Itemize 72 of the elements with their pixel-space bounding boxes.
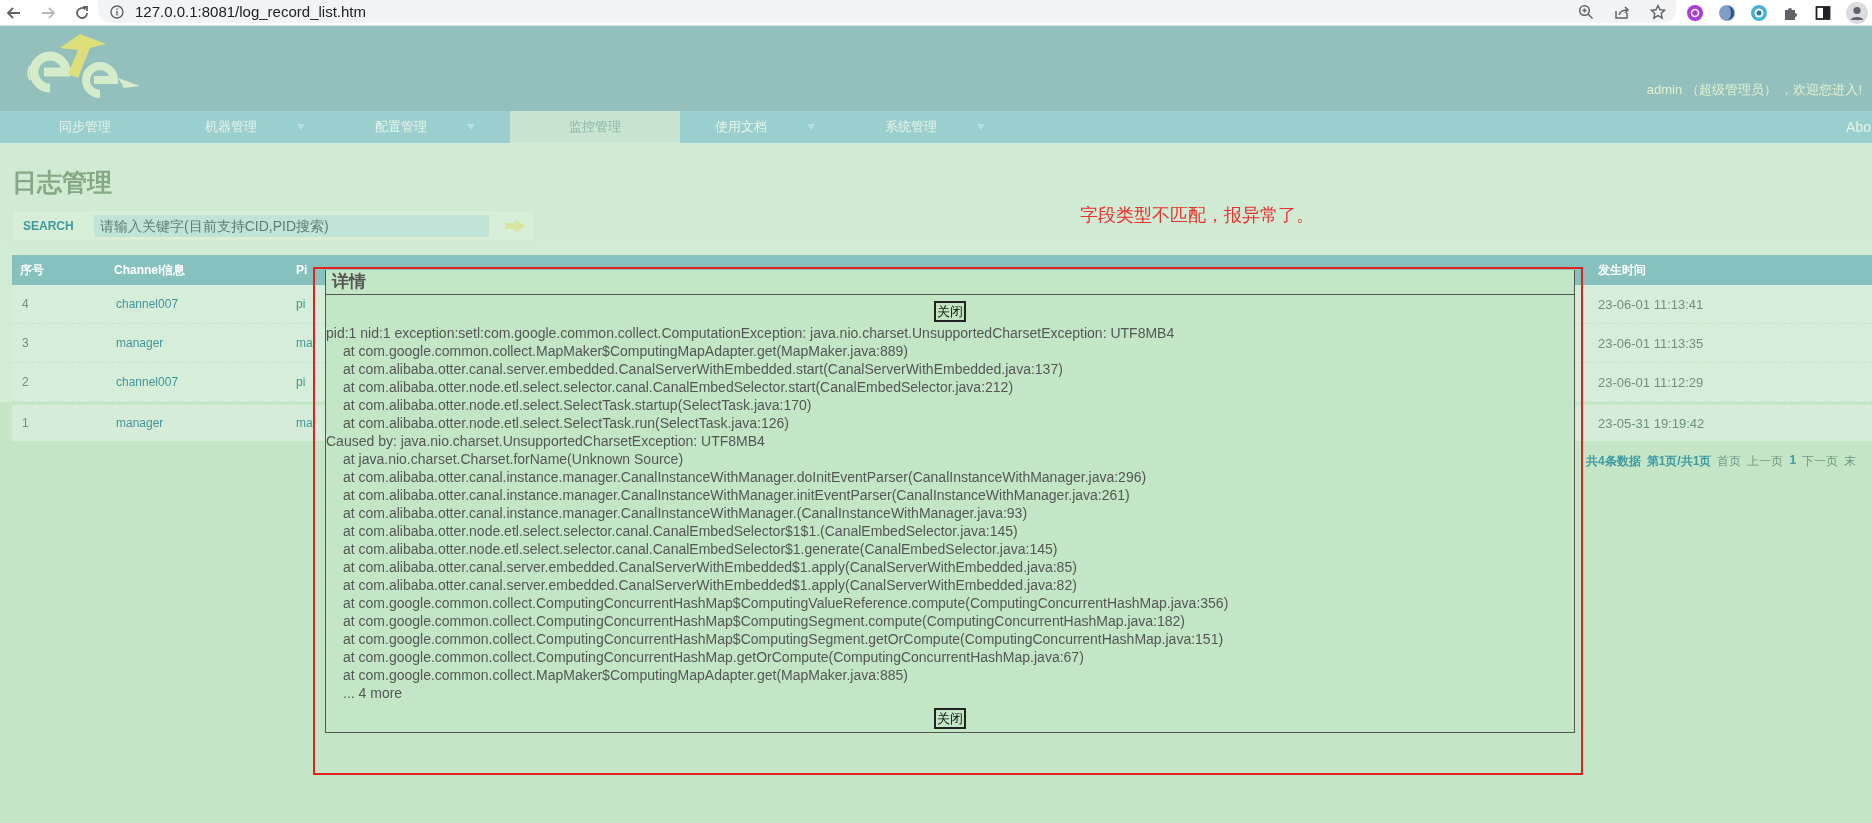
stack-trace-line: at com.google.common.collect.ComputingConcurrentHashMap$ComputingValueReference.compute(ComputingConcurrentHashMap.java:356) — [342, 594, 1230, 612]
zoom-icon[interactable] — [1578, 3, 1594, 20]
table-cell-text: 1 — [21, 416, 30, 430]
stack-trace-line: at com.alibaba.otter.canal.instance.manager.CanalInstanceWithManager.doInitEventParser(CanalInstanceWithManager.java:296) — [342, 468, 1148, 486]
annotation-text: 字段类型不匹配，报异常了。 — [1080, 204, 1314, 227]
welcome-text: admin （超级管理员） ，欢迎您进入! — [1646, 81, 1862, 99]
nav-tab[interactable]: 使用文档 — [680, 111, 850, 143]
table-link[interactable]: channel007 — [106, 297, 294, 311]
extension-icon[interactable] — [1750, 3, 1768, 22]
info-icon — [110, 4, 124, 19]
dialog-title: 详情 — [326, 270, 1574, 295]
stack-trace-line: at com.alibaba.otter.node.etl.select.SelectTask.run(SelectTask.java:126) — [342, 414, 790, 432]
star-icon[interactable] — [1650, 3, 1666, 20]
profile-icon[interactable] — [1846, 1, 1868, 24]
nav-tab[interactable]: 配置管理 — [340, 111, 510, 143]
nav-tab[interactable]: 监控管理 — [510, 111, 680, 143]
stack-trace-line: at com.google.common.collect.ComputingConcurrentHashMap$ComputingSegment.getOrCompute(ComputingConcurrentHashMap.java:151) — [342, 630, 1225, 648]
table-cell-text: 4 — [21, 297, 30, 311]
stack-trace-line: at com.google.common.collect.MapMaker$ComputingMapAdapter.get(MapMaker.java:889) — [342, 342, 909, 360]
stack-trace-line: at com.google.common.collect.MapMaker$ComputingMapAdapter.get(MapMaker.java:885) — [342, 666, 909, 684]
nav-tab[interactable]: 系统管理 — [850, 111, 1020, 143]
stack-trace-line: at com.alibaba.otter.canal.instance.manager.CanalInstanceWithManager.(CanalInstanceWithManager.java:93) — [342, 504, 1029, 522]
stack-trace-line: at com.alibaba.otter.canal.instance.manager.CanalInstanceWithManager.initEventParser(CanalInstanceWithManager.java:261) — [342, 486, 1131, 504]
stack-trace-line: ... 4 more — [342, 684, 404, 702]
search-label: SEARCH — [23, 218, 75, 233]
back-icon[interactable] — [6, 4, 22, 21]
table-cell-text: 23-06-01 11:13:41 — [1597, 296, 1705, 312]
stack-trace-line: Caused by: java.nio.charset.UnsupportedCharsetException: UTF8MB4 — [326, 432, 766, 450]
next-page-link[interactable]: 下一页 — [1802, 453, 1839, 470]
stack-trace-line: at com.alibaba.otter.canal.server.embedded.CanalServerWithEmbedded$1.apply(CanalServerWithEmbedded.java:82) — [342, 576, 1078, 594]
table-cell-text: 2 — [21, 375, 30, 389]
reload-icon[interactable] — [74, 4, 90, 21]
column-header: 发生时间 — [1597, 261, 1647, 279]
previous-page-link[interactable]: 上一页 — [1747, 453, 1784, 470]
side-panel-icon[interactable] — [1814, 3, 1832, 22]
last-page-link[interactable]: 末 — [1844, 453, 1857, 470]
stack-trace-line: at com.alibaba.otter.node.etl.select.selector.canal.CanalEmbedSelector.start(CanalEmbedSelector.java:212) — [342, 378, 1015, 396]
table-link[interactable]: manager — [106, 336, 294, 350]
nav-tab[interactable]: 机器管理 — [170, 111, 340, 143]
share-icon[interactable] — [1614, 3, 1630, 20]
stack-trace-line: pid:1 nid:1 exception:setl:com.google.common.collect.ComputationException: java.nio.charset.UnsupportedCharsetException: UTF8MB4 — [326, 324, 1176, 342]
stack-trace-line: at java.nio.charset.Charset.forName(Unknown Source) — [342, 450, 685, 468]
table-cell-text: 23-05-31 19:19:42 — [1597, 415, 1706, 431]
stack-trace-line: at com.alibaba.otter.node.etl.select.selector.canal.CanalEmbedSelector$1.generate(CanalEmbedSelector.java:145) — [342, 540, 1059, 558]
table-link[interactable]: channel007 — [106, 375, 294, 389]
stack-trace-line: at com.alibaba.otter.node.etl.select.SelectTask.startup(SelectTask.java:170) — [342, 396, 813, 414]
column-header: Pi — [295, 263, 309, 277]
nav-tab[interactable]: 同步管理 — [0, 111, 170, 143]
stack-trace-line: at com.alibaba.otter.node.etl.select.selector.canal.CanalEmbedSelector$1$1.(CanalEmbedSelector.java:145) — [342, 522, 1019, 540]
url-text: 127.0.0.1:8081/log_record_list.htm — [135, 3, 366, 20]
page-count: 第1页/共1页 — [1646, 453, 1712, 470]
stack-trace-line: at com.google.common.collect.ComputingConcurrentHashMap$ComputingSegment.compute(ComputingConcurrentHashMap.java:182) — [342, 612, 1186, 630]
address-bar[interactable]: 127.0.0.1:8081/log_record_list.htm — [98, 0, 1676, 23]
table-link[interactable]: manager — [106, 416, 294, 430]
stack-trace-line: at com.google.common.collect.ComputingConcurrentHashMap.getOrCompute(ComputingConcurrentHashMap.java:67) — [342, 648, 1085, 666]
record-count: 共4条数据 — [1586, 453, 1641, 470]
about-link[interactable]: Abo — [1846, 119, 1872, 135]
extension-icon[interactable] — [1718, 3, 1736, 22]
stack-trace-line: at com.alibaba.otter.canal.server.embedded.CanalServerWithEmbedded$1.apply(CanalServerWithEmbedded.java:85) — [342, 558, 1078, 576]
column-header: Channel信息 — [113, 261, 187, 279]
current-page: 1 — [1789, 453, 1797, 469]
extension-icon[interactable] — [1686, 3, 1704, 22]
table-cell-text: 23-06-01 11:13:35 — [1597, 335, 1705, 351]
search-field[interactable]: 请输入关键字(目前支持CID,PID搜索) — [94, 214, 489, 237]
page-title: 日志管理 — [12, 167, 113, 197]
close-button[interactable]: 关闭 — [934, 708, 966, 729]
close-button[interactable]: 关闭 — [934, 301, 966, 322]
column-header: 序号 — [19, 261, 45, 279]
table-cell-text: 3 — [21, 336, 30, 350]
first-page-link[interactable]: 首页 — [1717, 453, 1742, 470]
stack-trace-line: at com.alibaba.otter.canal.server.embedded.CanalServerWithEmbedded.start(CanalServerWithEmbedded.java:137) — [342, 360, 1064, 378]
table-cell-text: 23-06-01 11:12:29 — [1597, 374, 1705, 390]
